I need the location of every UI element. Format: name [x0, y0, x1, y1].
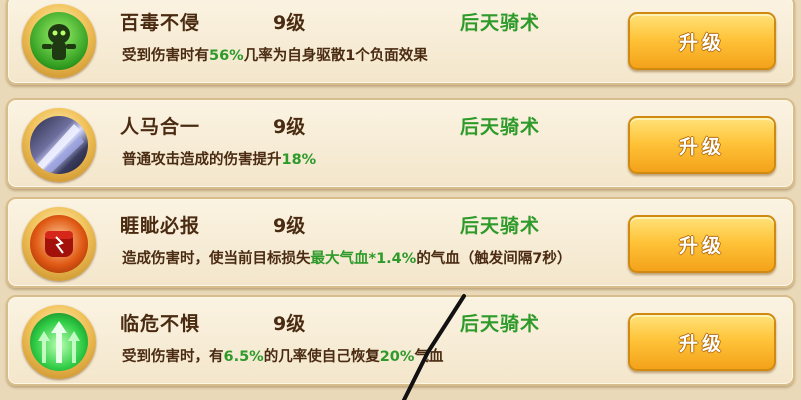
skill-level: 9级: [273, 12, 306, 34]
desc-highlight: 56%: [209, 48, 244, 64]
desc-text: 造成伤害时，使当前目标损失: [122, 251, 311, 267]
skill-icon-frame[interactable]: [22, 207, 96, 281]
skill-icon-frame[interactable]: [22, 108, 96, 182]
desc-text: 的几率使自己恢复: [263, 349, 380, 365]
skill-description: 受到伤害时有56%几率为自身驱散1个负面效果: [122, 46, 622, 66]
skill-name: 人马合一: [120, 116, 201, 138]
skill-icon-frame[interactable]: [22, 305, 96, 379]
skill-type: 后天骑术: [460, 313, 541, 335]
skill-row: 人马合一 9级 后天骑术 普通攻击造成的伤害提升18% 升级: [6, 98, 795, 189]
skill-type: 后天骑术: [460, 116, 541, 138]
skill-description: 普通攻击造成的伤害提升18%: [122, 150, 622, 170]
skill-list: 百毒不侵 9级 后天骑术 受到伤害时有56%几率为自身驱散1个负面效果 升级 人…: [0, 0, 801, 400]
desc-text: 受到伤害时有: [122, 48, 209, 64]
skill-type: 后天骑术: [460, 12, 541, 34]
skill-row: 睚眦必报 9级 后天骑术 造成伤害时，使当前目标损失最大气血*1.4%的气血（触…: [6, 197, 795, 288]
skill-level: 9级: [273, 215, 306, 237]
skill-type: 后天骑术: [460, 215, 541, 237]
poison-immunity-icon: [30, 12, 88, 70]
skill-name: 临危不惧: [120, 313, 201, 335]
skill-description: 受到伤害时，有6.5%的几率使自己恢复20%气血: [122, 347, 622, 367]
desc-highlight: 6.5%: [223, 349, 264, 365]
skill-name: 睚眦必报: [120, 215, 201, 237]
desc-highlight: 18%: [281, 152, 317, 168]
skill-description: 造成伤害时，使当前目标损失最大气血*1.4%的气血（触发间隔7秒）: [122, 249, 622, 269]
desc-highlight: 20%: [379, 349, 415, 365]
upgrade-button[interactable]: 升级: [628, 215, 776, 273]
skill-level: 9级: [273, 116, 306, 138]
skill-level: 9级: [273, 313, 306, 335]
upgrade-button[interactable]: 升级: [628, 116, 776, 174]
desc-text: 受到伤害时，有: [122, 349, 224, 365]
desc-text: 气血: [414, 349, 444, 365]
skill-row: 百毒不侵 9级 后天骑术 受到伤害时有56%几率为自身驱散1个负面效果 升级: [6, 0, 795, 85]
desc-text: 几率为自身驱散1个负面效果: [243, 48, 428, 64]
fist-strike-icon: [30, 215, 88, 273]
blade-slash-icon: [30, 116, 88, 174]
desc-text: 的气血（触发间隔7秒）: [416, 251, 572, 267]
upgrade-button[interactable]: 升级: [628, 313, 776, 371]
skill-icon-frame[interactable]: [22, 4, 96, 78]
skill-row: 临危不惧 9级 后天骑术 受到伤害时，有6.5%的几率使自己恢复20%气血 升级: [6, 295, 795, 386]
upgrade-button[interactable]: 升级: [628, 12, 776, 70]
desc-highlight: 最大气血*1.4%: [310, 251, 417, 267]
desc-text: 普通攻击造成的伤害提升: [122, 152, 282, 168]
healing-arrows-icon: [30, 313, 88, 371]
skill-name: 百毒不侵: [120, 12, 201, 34]
